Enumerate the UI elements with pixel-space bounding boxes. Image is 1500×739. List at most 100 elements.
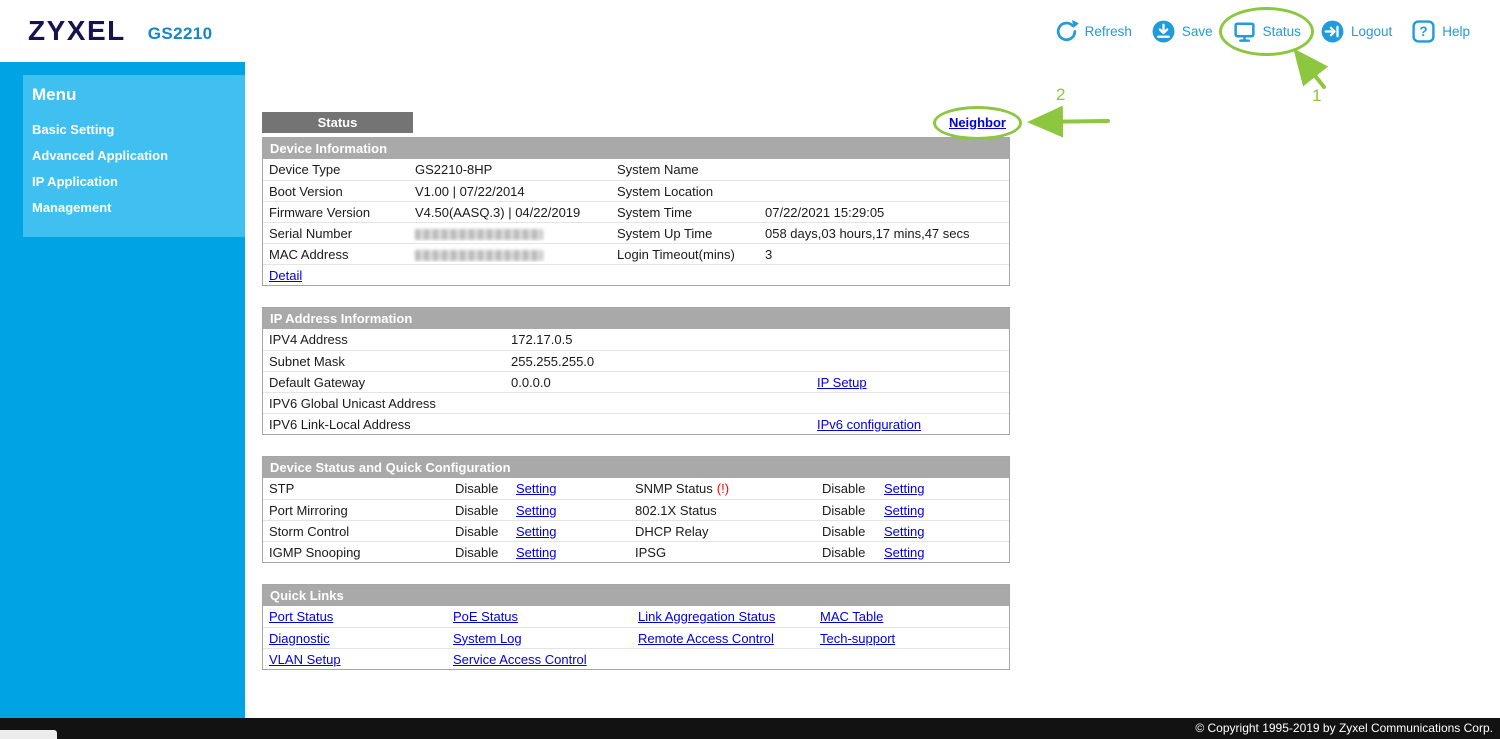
ip-address-information-section: IP Address Information IPV4 Address 172.…: [262, 307, 1010, 435]
ip-setup-link[interactable]: IP Setup: [817, 375, 867, 390]
section-title: Device Status and Quick Configuration: [263, 457, 1009, 478]
setting-cell: Setting: [510, 545, 629, 560]
body: Menu Basic Setting Advanced Application …: [0, 62, 1500, 718]
setting-cell: Setting: [510, 481, 629, 496]
remote-access-control-link[interactable]: Remote Access Control: [638, 631, 774, 646]
field-value: 3: [765, 246, 773, 262]
system-log-link[interactable]: System Log: [453, 631, 522, 646]
svg-text:?: ?: [1420, 24, 1428, 39]
mac-table-link[interactable]: MAC Table: [820, 609, 883, 624]
port-status-link[interactable]: Port Status: [269, 609, 333, 624]
sidebar-item-management[interactable]: Management: [32, 195, 245, 221]
feature-name: 802.1X Status: [629, 503, 816, 518]
feature-status: Disable: [455, 481, 499, 496]
field-value: 058 days,03 hours,17 mins,47 secs: [765, 225, 970, 241]
neighbor-link[interactable]: Neighbor: [949, 115, 1006, 130]
tech-support-link[interactable]: Tech-support: [820, 631, 895, 646]
sidebar-item-basic-setting[interactable]: Basic Setting: [32, 117, 245, 143]
model-name: GS2210: [147, 23, 213, 43]
feature-status: Disable: [455, 544, 499, 560]
status-button[interactable]: Status: [1218, 6, 1315, 56]
ipv6-configuration-link[interactable]: IPv6 configuration: [817, 417, 921, 432]
logout-button[interactable]: Logout: [1320, 19, 1392, 44]
tab-status[interactable]: Status: [262, 112, 413, 133]
table-row: Subnet Mask 255.255.255.0: [263, 350, 1009, 371]
link-aggregation-status-link[interactable]: Link Aggregation Status: [638, 609, 775, 624]
mac-address-redacted: [409, 247, 611, 262]
setting-link[interactable]: Setting: [516, 545, 556, 560]
setting-cell: Setting: [510, 524, 629, 539]
field-label: IPV4 Address: [269, 332, 348, 347]
field-label: IPV6 Link-Local Address: [269, 416, 411, 432]
refresh-label: Refresh: [1084, 23, 1132, 39]
field-value: V4.50(AASQ.3) | 04/22/2019: [415, 204, 581, 220]
status-label: Status: [1262, 23, 1301, 39]
setting-link[interactable]: Setting: [884, 545, 924, 560]
save-icon: [1151, 19, 1176, 44]
setting-link[interactable]: Setting: [516, 503, 556, 518]
field-value: V1.00 | 07/22/2014: [415, 183, 525, 199]
sidebar-item-ip-application[interactable]: IP Application: [32, 169, 245, 195]
setting-link[interactable]: Setting: [884, 481, 924, 496]
table-row: IPV4 Address 172.17.0.5: [263, 329, 1009, 350]
help-button[interactable]: ? Help: [1411, 19, 1470, 44]
field-label: Device Type: [269, 162, 341, 177]
field-label: Serial Number: [269, 225, 353, 241]
refresh-button[interactable]: Refresh: [1054, 19, 1132, 44]
snmp-alert: (!): [716, 481, 730, 496]
browser-status-bubble: [0, 730, 57, 739]
device-information-section: Device Information Device Type GS2210-8H…: [262, 137, 1010, 286]
logout-label: Logout: [1350, 23, 1393, 39]
menu-panel: Menu Basic Setting Advanced Application …: [23, 75, 245, 237]
setting-link[interactable]: Setting: [884, 524, 924, 539]
table-row: IPV6 Link-Local Address IPv6 configurati…: [263, 413, 1009, 434]
save-button[interactable]: Save: [1151, 19, 1213, 44]
field-label: Boot Version: [269, 183, 343, 199]
table-row: STP Disable Setting SNMP Status (!) Disab…: [263, 478, 1009, 499]
quick-link-cell: System Log: [447, 631, 632, 646]
diagnostic-link[interactable]: Diagnostic: [269, 631, 330, 646]
table-row: Device Type GS2210-8HP System Name: [263, 159, 1009, 180]
sidebar-item-advanced-application[interactable]: Advanced Application: [32, 143, 245, 169]
redacted-value: [415, 249, 543, 261]
page: ZYXEL GS2210 Refresh Save Status Logout …: [0, 0, 1500, 739]
setting-cell: Setting: [510, 503, 629, 518]
section-title: Quick Links: [263, 585, 1009, 606]
feature-name: IPSG: [629, 545, 816, 560]
table-row: IPV6 Global Unicast Address: [263, 392, 1009, 413]
setting-link[interactable]: Setting: [516, 524, 556, 539]
field-label: System Up Time: [617, 225, 713, 241]
logout-icon: [1320, 19, 1345, 44]
detail-link[interactable]: Detail: [269, 268, 302, 283]
copyright-text: © Copyright 1995-2019 by Zyxel Communica…: [1195, 721, 1493, 735]
table-row: Default Gateway 0.0.0.0 IP Setup: [263, 371, 1009, 392]
field-link-cell: IPv6 configuration: [811, 417, 1009, 432]
quick-link-cell: MAC Table: [814, 609, 1009, 624]
quick-link-cell: Remote Access Control: [632, 631, 814, 646]
quick-link-cell: Tech-support: [814, 631, 1009, 646]
poe-status-link[interactable]: PoE Status: [453, 609, 518, 624]
table-row: Firmware Version V4.50(AASQ.3) | 04/22/2…: [263, 201, 1009, 222]
field-label: IPV6 Global Unicast Address: [269, 395, 436, 411]
redacted-value: [415, 228, 543, 240]
field-value: 0.0.0.0: [511, 374, 551, 390]
vlan-setup-link[interactable]: VLAN Setup: [269, 652, 341, 667]
table-row: Boot Version V1.00 | 07/22/2014 System L…: [263, 180, 1009, 201]
tab-row: Status Neighbor: [262, 105, 1023, 140]
feature-name-text: DHCP Relay: [635, 523, 709, 539]
field-label: System Name: [617, 162, 699, 177]
neighbor-link-wrap: Neighbor: [932, 105, 1023, 140]
table-row: Port Mirroring Disable Setting 802.1X St…: [263, 499, 1009, 520]
setting-link[interactable]: Setting: [516, 481, 556, 496]
help-label: Help: [1442, 23, 1470, 39]
feature-status: Disable: [822, 502, 866, 518]
quick-link-cell: Diagnostic: [263, 631, 447, 646]
table-row: Serial Number System Up Time 058 days,03…: [263, 222, 1009, 243]
feature-name: IGMP Snooping: [269, 544, 361, 560]
feature-name: SNMP Status (!): [629, 481, 816, 496]
field-value: GS2210-8HP: [415, 162, 493, 177]
service-access-control-link[interactable]: Service Access Control: [453, 652, 587, 667]
help-icon: ?: [1411, 19, 1436, 44]
setting-link[interactable]: Setting: [884, 503, 924, 518]
field-label: System Location: [617, 183, 714, 199]
